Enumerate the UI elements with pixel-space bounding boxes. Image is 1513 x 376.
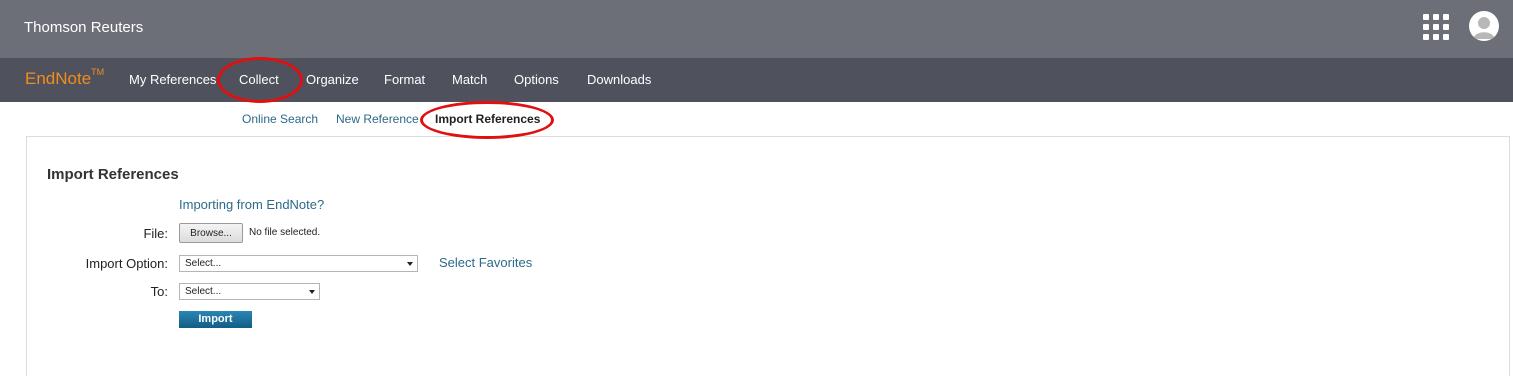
import-button[interactable]: Import [179, 311, 252, 328]
nav-my-references[interactable]: My References [129, 72, 216, 87]
apps-grid-icon[interactable] [1423, 14, 1449, 40]
chevron-down-icon [407, 262, 413, 266]
subnav-online-search[interactable]: Online Search [242, 112, 318, 126]
nav-match[interactable]: Match [452, 72, 487, 87]
top-bar: Thomson Reuters [0, 0, 1513, 58]
subnav-import-references[interactable]: Import References [435, 112, 540, 126]
brand-name: Thomson Reuters [24, 19, 144, 36]
file-label: File: [143, 226, 168, 241]
import-option-label: Import Option: [85, 256, 168, 271]
select-favorites-link[interactable]: Select Favorites [439, 255, 532, 270]
nav-format[interactable]: Format [384, 72, 425, 87]
import-option-select[interactable]: Select... [179, 255, 418, 272]
nav-collect[interactable]: Collect [239, 72, 279, 87]
nav-downloads[interactable]: Downloads [587, 72, 651, 87]
main-nav: EndNoteTM My References Collect Organize… [0, 58, 1513, 102]
chevron-down-icon [309, 290, 315, 294]
no-file-text: No file selected. [249, 227, 321, 238]
subnav-new-reference[interactable]: New Reference [336, 112, 419, 126]
to-label: To: [150, 284, 168, 299]
to-value: Select... [185, 286, 222, 297]
importing-from-endnote-link[interactable]: Importing from EndNote? [179, 197, 324, 212]
user-avatar-icon[interactable] [1469, 11, 1499, 41]
endnote-logo[interactable]: EndNoteTM [25, 67, 104, 89]
import-option-value: Select... [185, 258, 222, 269]
page-title: Import References [47, 166, 179, 183]
nav-options[interactable]: Options [514, 72, 559, 87]
nav-organize[interactable]: Organize [306, 72, 359, 87]
to-select[interactable]: Select... [179, 283, 320, 300]
browse-button[interactable]: Browse... [179, 223, 243, 243]
